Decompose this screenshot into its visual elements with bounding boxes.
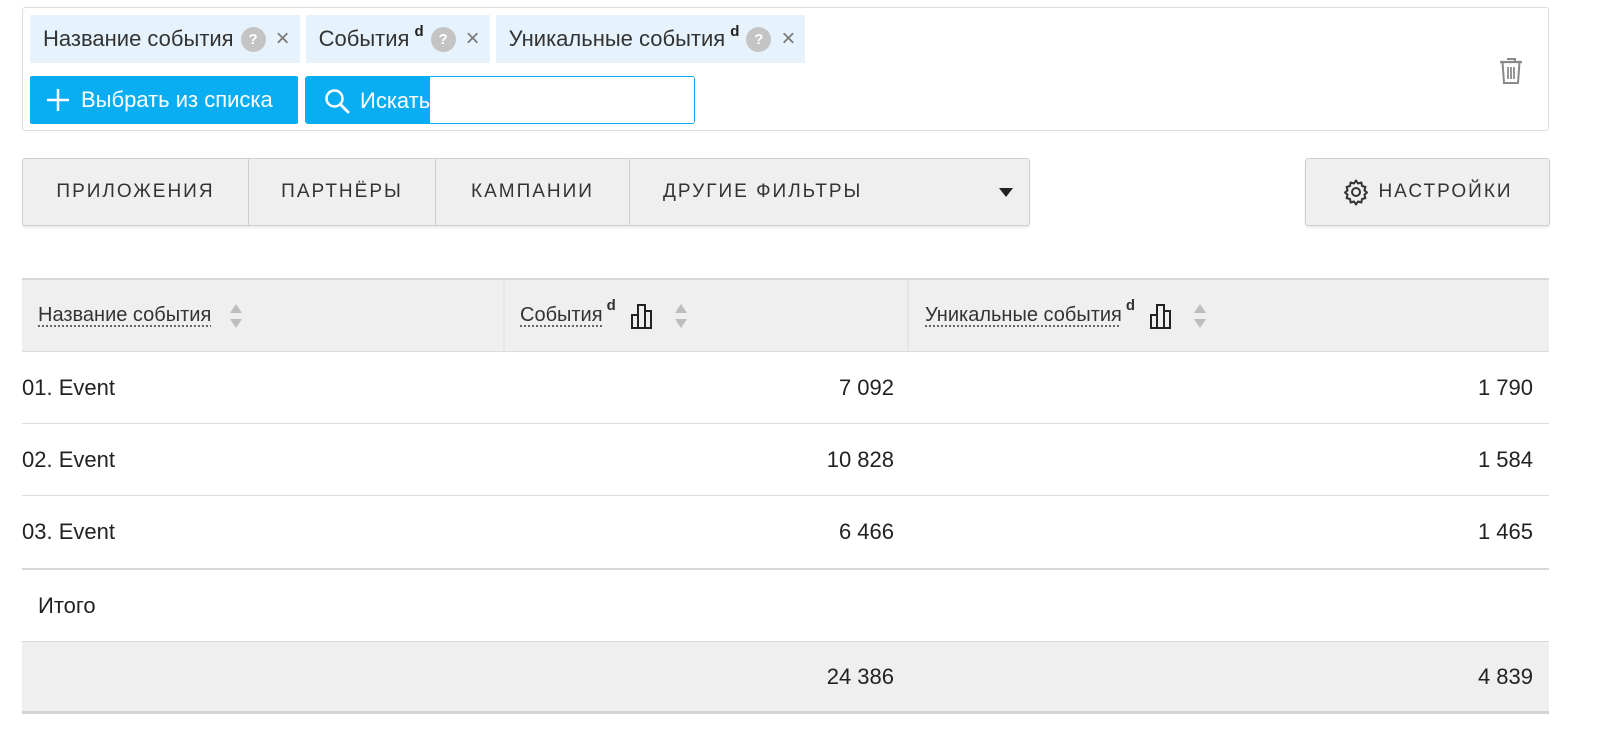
cell-events: 6 466 bbox=[838, 519, 894, 544]
filter-campaigns-label: КАМПАНИИ bbox=[471, 181, 594, 202]
chip-label: Название события bbox=[43, 26, 234, 51]
filter-campaigns-button[interactable]: КАМПАНИИ bbox=[436, 159, 630, 225]
column-header-event-name: Название события bbox=[22, 280, 505, 351]
table-row: 01. Event 7 092 1 790 bbox=[22, 352, 1549, 424]
total-row: 24 386 4 839 bbox=[22, 642, 1549, 714]
sort-icon[interactable] bbox=[674, 303, 688, 329]
chip-label: События bbox=[318, 26, 410, 51]
cell-total-unique-events: 4 839 bbox=[1477, 663, 1533, 689]
table-row: 03. Event 6 466 1 465 bbox=[22, 496, 1549, 568]
column-header-label[interactable]: Название события bbox=[38, 304, 211, 327]
total-label: Итого bbox=[38, 592, 96, 618]
filter-apps-label: ПРИЛОЖЕНИЯ bbox=[56, 181, 215, 202]
cell-event-name: 02. Event bbox=[22, 446, 115, 472]
column-header-label[interactable]: Уникальные события bbox=[925, 304, 1122, 327]
filter-other-dropdown[interactable]: ДРУГИЕ ФИЛЬТРЫ bbox=[630, 159, 1029, 225]
search-group: Искать bbox=[305, 76, 695, 124]
total-label-row: Итого bbox=[22, 568, 1549, 642]
cell-event-name: 03. Event bbox=[22, 519, 115, 544]
gear-icon bbox=[1344, 179, 1369, 206]
chip-superscript: d bbox=[730, 22, 740, 40]
help-icon[interactable]: ? bbox=[746, 26, 772, 52]
settings-label: НАСТРОЙКИ bbox=[1378, 181, 1513, 202]
search-button[interactable]: Искать bbox=[306, 77, 431, 123]
table-row: 02. Event 10 828 1 584 bbox=[22, 424, 1549, 496]
cell-event-name: 01. Event bbox=[22, 374, 115, 400]
pick-from-list-button[interactable]: Выбрать из списка bbox=[30, 76, 298, 124]
settings-button[interactable]: НАСТРОЙКИ bbox=[1305, 158, 1550, 226]
trash-icon[interactable] bbox=[1498, 56, 1524, 86]
bar-chart-icon[interactable] bbox=[630, 303, 656, 329]
plus-icon bbox=[47, 89, 69, 111]
filter-other-label: ДРУГИЕ ФИЛЬТРЫ bbox=[663, 181, 863, 202]
table-header: Название события События d Уникальные со… bbox=[22, 278, 1549, 352]
metrics-panel: Название события ? × События d ? × Уника… bbox=[22, 7, 1549, 131]
search-label: Искать bbox=[360, 88, 431, 113]
caret-down-icon bbox=[999, 187, 1013, 197]
help-icon[interactable]: ? bbox=[430, 26, 456, 52]
column-superscript: d bbox=[1125, 297, 1136, 314]
filter-partners-button[interactable]: ПАРТНЁРЫ bbox=[249, 159, 436, 225]
filter-apps-button[interactable]: ПРИЛОЖЕНИЯ bbox=[23, 159, 249, 225]
cell-unique-events: 1 790 bbox=[1477, 374, 1533, 400]
filter-partners-label: ПАРТНЁРЫ bbox=[281, 181, 403, 202]
close-icon[interactable]: × bbox=[276, 27, 290, 51]
pick-from-list-label: Выбрать из списка bbox=[81, 87, 273, 112]
cell-unique-events: 1 465 bbox=[1477, 519, 1533, 544]
search-input[interactable] bbox=[430, 77, 694, 123]
column-superscript: d bbox=[606, 297, 616, 314]
metric-chip-event-name[interactable]: Название события ? × bbox=[30, 15, 300, 63]
cell-events: 7 092 bbox=[838, 374, 894, 400]
metric-actions: Выбрать из списка Искать bbox=[30, 76, 695, 124]
sort-icon[interactable] bbox=[1193, 303, 1207, 329]
cell-unique-events: 1 584 bbox=[1477, 446, 1533, 472]
search-icon bbox=[325, 89, 350, 114]
metric-chip-unique-events[interactable]: Уникальные события d ? × bbox=[495, 15, 806, 63]
chip-superscript: d bbox=[414, 22, 424, 40]
close-icon[interactable]: × bbox=[781, 27, 795, 51]
column-header-label[interactable]: События bbox=[520, 304, 603, 327]
close-icon[interactable]: × bbox=[466, 27, 480, 51]
sort-icon[interactable] bbox=[229, 303, 243, 329]
column-header-events: События d bbox=[505, 280, 909, 351]
cell-events: 10 828 bbox=[826, 446, 894, 472]
column-header-unique-events: Уникальные события d bbox=[909, 280, 1549, 351]
metric-chip-events[interactable]: События d ? × bbox=[305, 15, 490, 63]
events-table: Название события События d Уникальные со… bbox=[22, 278, 1549, 714]
filter-bar: ПРИЛОЖЕНИЯ ПАРТНЁРЫ КАМПАНИИ ДРУГИЕ ФИЛЬ… bbox=[22, 158, 1030, 226]
cell-total-events: 24 386 bbox=[826, 663, 894, 689]
metric-chips: Название события ? × События d ? × Уника… bbox=[30, 15, 806, 63]
help-icon[interactable]: ? bbox=[240, 26, 266, 52]
chip-label: Уникальные события bbox=[508, 26, 726, 51]
bar-chart-icon[interactable] bbox=[1149, 303, 1175, 329]
